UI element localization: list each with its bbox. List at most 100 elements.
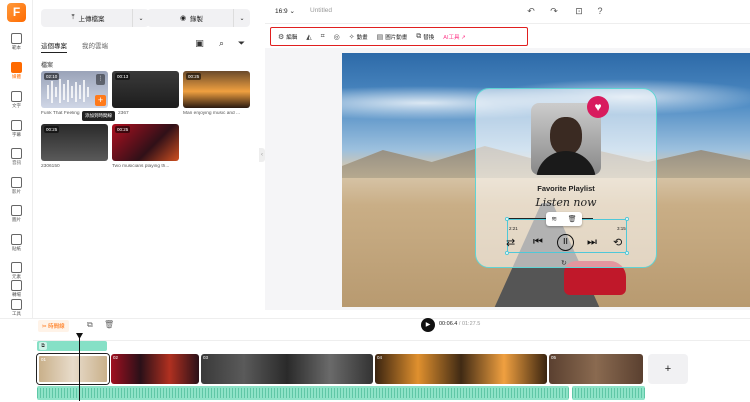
delete-icon[interactable]: 🗑 <box>568 215 577 223</box>
tools-icon <box>11 299 22 310</box>
media-thumb-2[interactable]: 00:13 <box>112 71 179 108</box>
crop-button[interactable]: ⌗ <box>318 30 328 43</box>
rail-item-audio[interactable]: 音訊 <box>0 148 33 166</box>
opacity-icon: ◎ <box>333 33 340 41</box>
tab-this-project[interactable]: 這個專案 <box>41 40 67 53</box>
top-bar: 16:9 ⌄ Untitled ↶ ↷ ⊡ ? <box>265 0 750 24</box>
rail-item-transitions[interactable]: 轉場 <box>0 280 33 298</box>
video-clip-2[interactable]: 02 <box>111 354 199 384</box>
replace-button[interactable]: ⧉ 替換 <box>413 30 437 43</box>
upload-button[interactable]: ⤒ 上傳檔案 ⌄ <box>41 9 149 27</box>
playlist-subtitle: Listen now <box>535 196 597 209</box>
flip-button[interactable]: ◭ <box>303 30 314 43</box>
record-button[interactable]: ◉ 錄製 ⌄ <box>147 9 250 27</box>
search-icon[interactable]: ⌕ <box>216 38 227 49</box>
aspect-ratio-select[interactable]: 16:9 ⌄ <box>275 7 295 15</box>
rail-item-subtitles[interactable]: 字幕 <box>0 120 33 138</box>
animation-icon: ✧ <box>348 33 355 41</box>
upload-label: 上傳檔案 <box>78 16 105 23</box>
resize-handle[interactable] <box>505 217 509 221</box>
next-icon: ⏭ <box>587 236 597 248</box>
layers-icon[interactable]: ≋ <box>551 215 557 223</box>
image-icon <box>11 205 22 216</box>
video-clip-3[interactable]: 03 <box>201 354 373 384</box>
filter-icon[interactable]: ⏷ <box>236 38 247 49</box>
left-rail: F 範本 媒體 文字 字幕 音訊 影片 圖片 貼紙 元素 轉場 工具 <box>0 0 33 318</box>
subtitle-icon <box>11 120 22 131</box>
video-clip-1[interactable]: 01 <box>37 354 109 384</box>
ai-tools-label: AI工具 ↗ <box>443 34 466 41</box>
rail-item-templates[interactable]: 範本 <box>0 33 33 51</box>
rail-item-text[interactable]: 文字 <box>0 91 33 109</box>
overlay-track-clip[interactable]: ⧉ <box>37 341 107 351</box>
resize-handle[interactable] <box>625 217 629 221</box>
trash-icon[interactable]: 🗑 <box>104 320 114 329</box>
timeline-split-button[interactable]: ✂ 時間線 <box>38 320 69 332</box>
clip-number: 02 <box>113 355 119 360</box>
thumb-caption: 2367 <box>118 111 129 116</box>
video-clip-4[interactable]: 04 <box>375 354 547 384</box>
redo-icon[interactable]: ↷ <box>548 5 560 17</box>
media-thumb-3[interactable]: 00:25 <box>183 71 250 108</box>
thumb-duration: 00:25 <box>186 73 202 80</box>
timeline-ruler[interactable] <box>33 333 750 341</box>
pause-icon: II <box>557 234 574 251</box>
audio-track-clip-2[interactable] <box>572 386 645 400</box>
playlist-title: Favorite Playlist <box>537 184 595 193</box>
image-animation-icon: ▤ <box>376 33 384 41</box>
rail-item-elements[interactable]: 元素 <box>0 262 33 280</box>
help-icon[interactable]: ? <box>594 5 606 17</box>
rail-item-tools[interactable]: 工具 <box>0 299 33 317</box>
sticker-icon <box>11 234 22 245</box>
add-to-timeline-tooltip: 添加到時間線 <box>82 111 115 121</box>
new-folder-icon[interactable]: ▣ <box>194 38 205 49</box>
app-logo[interactable]: F <box>7 3 26 22</box>
thumb-duration: 00:25 <box>115 126 131 133</box>
more-options-icon[interactable]: ⋮ <box>96 74 105 85</box>
add-to-timeline-icon[interactable]: + <box>95 95 106 106</box>
add-clip-button[interactable]: + <box>648 354 688 384</box>
media-thumb-5[interactable]: 00:25 <box>112 124 179 161</box>
shuffle-icon: ⇄ <box>506 237 516 249</box>
rail-item-stickers[interactable]: 貼紙 <box>0 234 33 252</box>
record-dropdown-chevron-icon[interactable]: ⌄ <box>233 9 250 27</box>
media-folder-icon <box>11 62 22 73</box>
rotate-handle-icon[interactable]: ↻ <box>561 259 567 267</box>
heart-icon: ♥ <box>587 96 609 118</box>
rail-item-images[interactable]: 圖片 <box>0 205 33 223</box>
duplicate-icon[interactable]: ⧉ <box>87 320 93 330</box>
image-animation-button[interactable]: ▤ 圖片動畫 <box>374 30 411 43</box>
template-icon <box>11 33 22 44</box>
media-thumb-4[interactable]: 00:25 <box>41 124 108 161</box>
rail-item-media[interactable]: 媒體 <box>0 62 33 80</box>
project-title[interactable]: Untitled <box>310 7 332 14</box>
resize-handle[interactable] <box>625 251 629 255</box>
tab-my-cloud[interactable]: 我的雲端 <box>82 40 108 53</box>
current-time: 00:06.4 <box>439 321 458 327</box>
clip-number: 01 <box>41 357 47 362</box>
media-tabs: 這個專案 我的雲端 <box>41 40 108 53</box>
opacity-button[interactable]: ◎ <box>331 30 343 43</box>
thumb-duration: 00:13 <box>115 73 131 80</box>
edit-button[interactable]: ⚙ 編輯 <box>275 30 300 43</box>
flip-icon: ◭ <box>306 33 312 41</box>
play-button[interactable]: ▶ <box>421 318 435 332</box>
overlay-icon: ⧉ <box>39 342 47 350</box>
record-label: 錄製 <box>190 16 204 23</box>
rail-item-video[interactable]: 影片 <box>0 177 33 195</box>
clip-number: 04 <box>377 355 383 360</box>
undo-icon[interactable]: ↶ <box>525 5 537 17</box>
screenshot-icon[interactable]: ⊡ <box>573 5 585 17</box>
audio-track-clip[interactable] <box>37 386 569 400</box>
thumb-caption: 2306150 <box>41 164 60 169</box>
repeat-icon: ⟲ <box>613 237 623 249</box>
playhead[interactable] <box>79 333 80 401</box>
animation-button[interactable]: ✧ 動畫 <box>346 30 371 43</box>
video-clip-5[interactable]: 05 <box>549 354 643 384</box>
audio-icon <box>11 148 22 159</box>
crop-icon: ⌗ <box>320 32 325 40</box>
total-time: / 01:27.5 <box>457 321 481 327</box>
resize-handle[interactable] <box>505 251 509 255</box>
ai-tools-button[interactable]: AI工具 ↗ <box>440 30 468 43</box>
time-elapsed: 2:21 <box>509 226 518 231</box>
